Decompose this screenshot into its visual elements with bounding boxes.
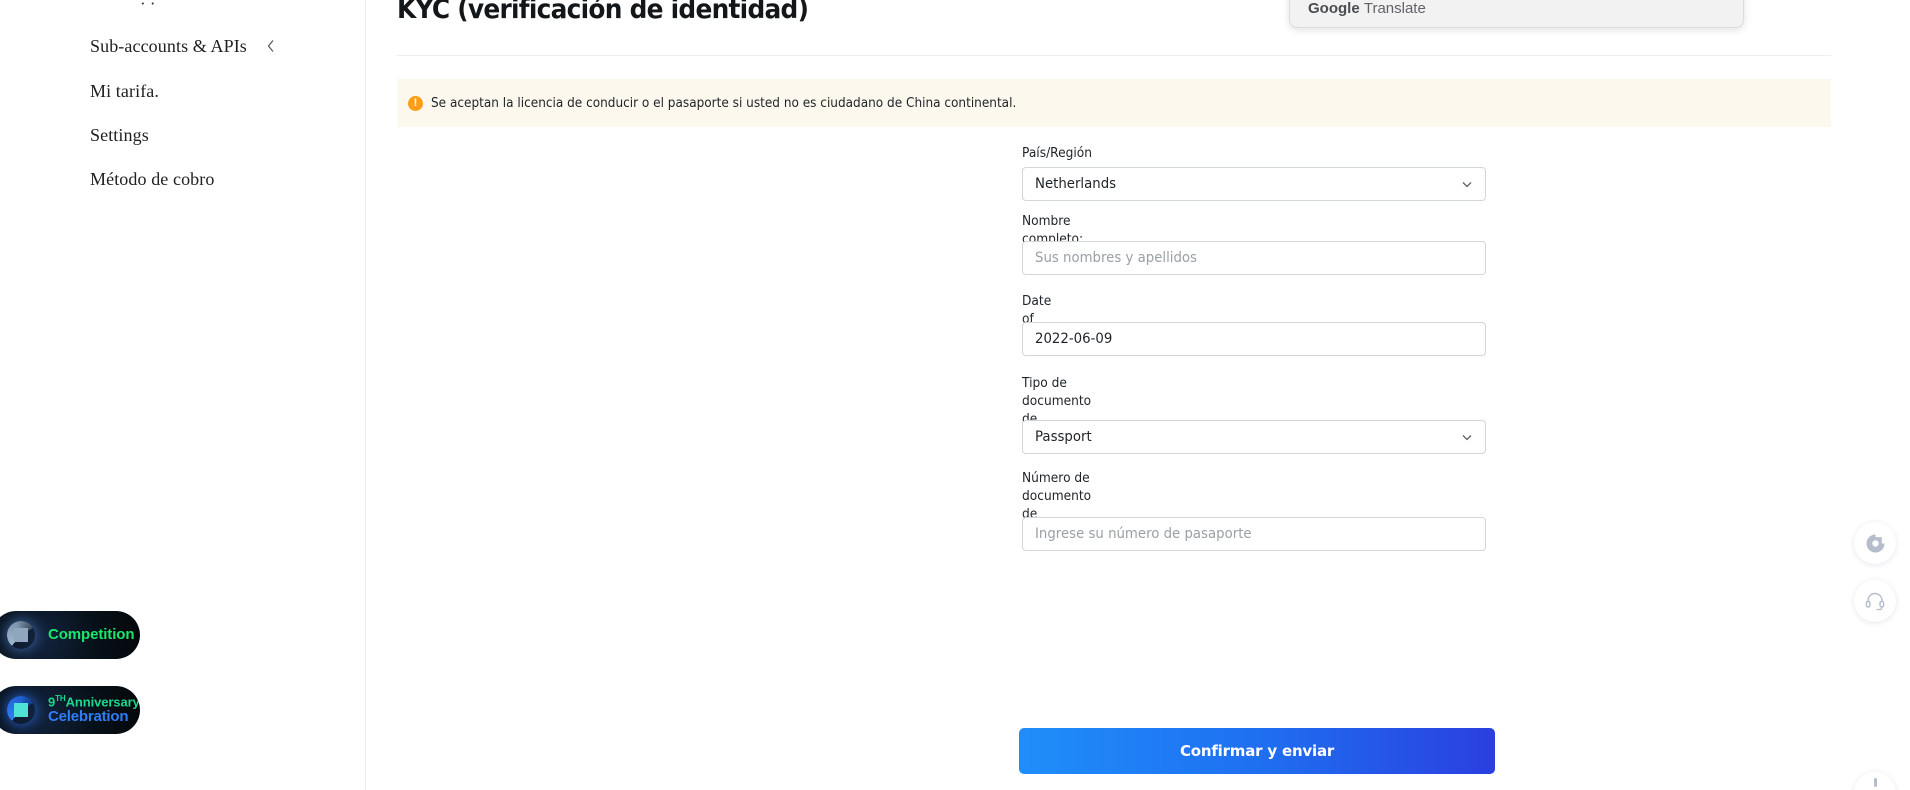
date-of-birth-input[interactable]: 2022-06-09 (1022, 322, 1486, 356)
google-translate-product: Translate (1363, 0, 1426, 17)
sidebar: · · Sub-accounts & APIs Mi tarifa. Setti… (0, 0, 366, 790)
pie-logo-icon (0, 612, 44, 658)
chevron-left-icon[interactable] (264, 37, 278, 55)
country-select[interactable]: Netherlands (1022, 167, 1486, 201)
promo-badge-competition[interactable]: Competition (0, 611, 140, 659)
sidebar-item-label: Mi tarifa. (90, 80, 159, 101)
google-translate-popup[interactable]: Google Translate (1289, 0, 1744, 28)
promo-badge-label-bottom: Celebration (48, 708, 129, 726)
sidebar-item-settings[interactable]: Settings (90, 122, 340, 148)
pie-logo-icon (0, 687, 44, 733)
brand-floating-button[interactable] (1854, 522, 1896, 564)
kyc-info-banner: ! Se aceptan la licencia de conducir o e… (397, 79, 1831, 127)
main-content: KYC (verificación de identidad) ! Se ace… (366, 0, 1910, 790)
country-value: Netherlands (1035, 176, 1117, 192)
country-label: País/Región (1022, 146, 1093, 161)
id-type-select[interactable]: Passport (1022, 420, 1486, 454)
date-of-birth-value: 2022-06-09 (1035, 331, 1113, 347)
sidebar-item-label: Método de cobro (90, 168, 215, 189)
page-title: KYC (verificación de identidad) (397, 0, 809, 25)
support-floating-button[interactable] (1854, 580, 1896, 622)
sidebar-item-label: Sub-accounts & APIs (90, 35, 247, 56)
kyc-page: · · Sub-accounts & APIs Mi tarifa. Setti… (0, 0, 1910, 790)
pie-logo-icon (1865, 533, 1886, 554)
title-divider (397, 55, 1831, 56)
google-brand-text: Google (1308, 0, 1360, 17)
chevron-down-icon[interactable] (1460, 430, 1474, 444)
submit-button[interactable]: Confirmar y enviar (1019, 728, 1495, 774)
promo-badge-label-top: 9THAnniversary (48, 694, 140, 710)
id-number-input[interactable]: Ingrese su número de pasaporte (1022, 517, 1486, 551)
full-name-placeholder: Sus nombres y apellidos (1035, 250, 1197, 266)
sidebar-item-partial-above: · · (140, 0, 320, 8)
google-translate-label: Google Translate (1308, 0, 1426, 27)
promo-badge-anniversary[interactable]: 9THAnniversary Celebration (0, 686, 140, 734)
id-number-placeholder: Ingrese su número de pasaporte (1035, 526, 1252, 542)
warning-exclamation-icon: ! (408, 95, 423, 111)
promo-badge-label: Competition (48, 626, 135, 644)
id-type-value: Passport (1035, 429, 1092, 445)
chevron-down-icon[interactable] (1460, 177, 1474, 191)
kyc-info-banner-text: Se aceptan la licencia de conducir o el … (431, 95, 1017, 111)
arrow-up-icon (1873, 778, 1877, 787)
sidebar-item-sub-accounts-apis[interactable]: Sub-accounts & APIs (90, 33, 340, 59)
headset-icon (1864, 590, 1886, 612)
full-name-input[interactable]: Sus nombres y apellidos (1022, 241, 1486, 275)
sidebar-item-label: Settings (90, 124, 149, 145)
sidebar-item-metodo-de-cobro[interactable]: Método de cobro (90, 166, 340, 192)
sidebar-item-mi-tarifa[interactable]: Mi tarifa. (90, 78, 340, 104)
